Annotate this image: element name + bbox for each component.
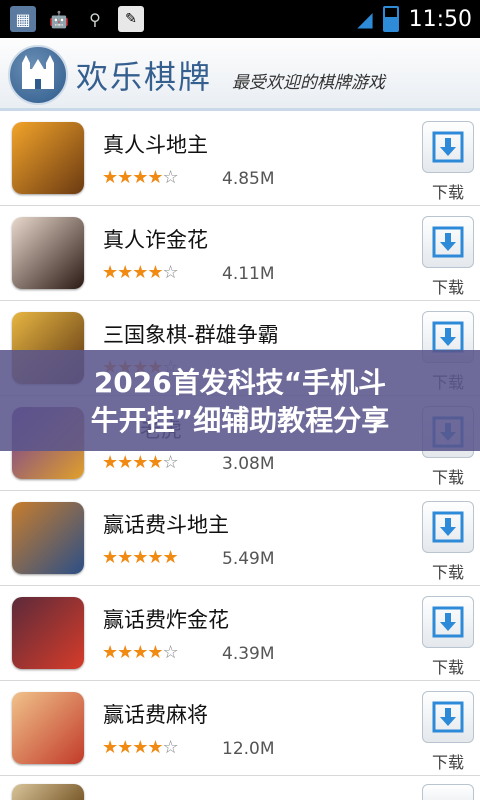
download-arrow-icon bbox=[432, 321, 464, 353]
overlay-line-1: 2026首发科技“手机斗 bbox=[93, 366, 387, 399]
download-label: 下载 bbox=[431, 563, 464, 582]
download-button[interactable]: 下载 bbox=[421, 596, 475, 678]
overlay-line-2: 牛开挂”细辅助教程分享 bbox=[90, 404, 390, 437]
download-arrow-icon bbox=[432, 131, 464, 163]
app-size: 5.49M bbox=[222, 549, 275, 569]
signal-icon: ◢ bbox=[357, 7, 373, 31]
rating-stars: ★★★★☆ bbox=[102, 452, 179, 473]
download-label: 下载 bbox=[431, 753, 464, 772]
list-item[interactable] bbox=[0, 776, 480, 800]
download-arrow-icon bbox=[432, 226, 464, 258]
app-thumbnail bbox=[12, 692, 84, 764]
download-arrow-icon bbox=[432, 511, 464, 543]
rating-stars: ★★★★☆ bbox=[102, 262, 179, 283]
download-arrow-icon bbox=[432, 606, 464, 638]
download-label: 下载 bbox=[431, 468, 464, 487]
app-size: 4.11M bbox=[222, 264, 275, 284]
app-name: 赢话费斗地主 bbox=[103, 513, 229, 537]
download-label: 下载 bbox=[431, 658, 464, 677]
app-thumbnail bbox=[12, 502, 84, 574]
app-subtitle: 最受欢迎的棋牌游戏 bbox=[232, 73, 385, 93]
rating-stars: ★★★★☆ bbox=[102, 642, 179, 663]
app-name: 三国象棋-群雄争霸 bbox=[103, 323, 279, 347]
download-button[interactable]: 下载 bbox=[421, 501, 475, 583]
download-arrow-icon bbox=[432, 701, 464, 733]
app-thumbnail bbox=[12, 122, 84, 194]
download-button[interactable]: 下载 bbox=[421, 121, 475, 203]
rating-stars: ★★★★☆ bbox=[102, 167, 179, 188]
list-item[interactable]: 赢话费炸金花 ★★★★☆ 4.39M 下载 bbox=[0, 586, 480, 681]
download-label: 下载 bbox=[431, 278, 464, 297]
app-title: 欢乐棋牌 bbox=[76, 58, 213, 96]
usb-icon: ⚲ bbox=[89, 9, 101, 29]
app-list[interactable]: 真人斗地主 ★★★★☆ 4.85M 下载 真人诈金花 ★★★★☆ 4.11M 下… bbox=[0, 111, 480, 800]
download-button[interactable]: 下载 bbox=[421, 216, 475, 298]
castle-logo-icon bbox=[8, 45, 68, 105]
app-thumbnail bbox=[12, 597, 84, 669]
app-thumbnail bbox=[12, 217, 84, 289]
rating-stars: ★★★★☆ bbox=[102, 737, 179, 758]
promo-overlay-banner: 2026首发科技“手机斗 牛开挂”细辅助教程分享 bbox=[0, 350, 480, 451]
app-name: 真人斗地主 bbox=[103, 133, 208, 157]
list-item[interactable]: 赢话费麻将 ★★★★☆ 12.0M 下载 bbox=[0, 681, 480, 776]
download-label: 下载 bbox=[431, 183, 464, 202]
download-button[interactable] bbox=[421, 784, 475, 800]
app-header: 欢乐棋牌 最受欢迎的棋牌游戏 bbox=[0, 38, 480, 111]
debug-icon: ✎ bbox=[118, 6, 144, 32]
app-notification-icon: ▦ bbox=[10, 6, 36, 32]
app-thumbnail bbox=[12, 784, 84, 800]
app-name: 赢话费炸金花 bbox=[103, 608, 229, 632]
download-button[interactable]: 下载 bbox=[421, 691, 475, 773]
list-item[interactable]: 赢话费斗地主 ★★★★★ 5.49M 下载 bbox=[0, 491, 480, 586]
battery-icon bbox=[382, 6, 399, 32]
app-size: 12.0M bbox=[222, 739, 275, 759]
list-item[interactable]: 真人斗地主 ★★★★☆ 4.85M 下载 bbox=[0, 111, 480, 206]
status-time: 11:50 bbox=[408, 6, 472, 32]
app-name: 真人诈金花 bbox=[103, 228, 208, 252]
app-name: 赢话费麻将 bbox=[103, 703, 208, 727]
rating-stars: ★★★★★ bbox=[102, 547, 179, 568]
app-size: 3.08M bbox=[222, 454, 275, 474]
status-bar: ▦ 🤖 ⚲ ✎ ◢ 11:50 bbox=[0, 0, 480, 38]
app-size: 4.39M bbox=[222, 644, 275, 664]
app-size: 4.85M bbox=[222, 169, 275, 189]
android-icon: 🤖 bbox=[49, 9, 69, 29]
list-item[interactable]: 真人诈金花 ★★★★☆ 4.11M 下载 bbox=[0, 206, 480, 301]
